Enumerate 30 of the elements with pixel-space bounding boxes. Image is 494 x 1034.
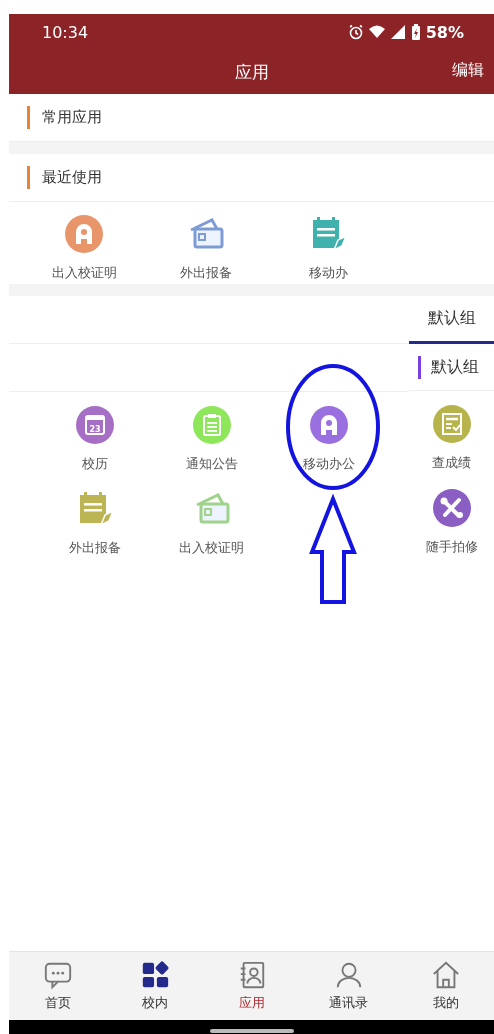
app-tile[interactable]: 23 校历 bbox=[36, 405, 153, 473]
app-shortcut[interactable]: 外出报备 bbox=[165, 202, 247, 284]
home-indicator[interactable] bbox=[209, 1029, 294, 1033]
edit-button[interactable]: 编辑 bbox=[452, 60, 484, 81]
section-header: 最近使用 bbox=[9, 154, 494, 202]
app-tile[interactable]: 通知公告 bbox=[153, 405, 270, 473]
group-header: 默认组 bbox=[409, 344, 494, 391]
alarm-icon bbox=[347, 24, 364, 40]
signal-icon bbox=[389, 24, 406, 40]
nav-tab[interactable]: 通讯录 bbox=[300, 952, 397, 1020]
home-icon bbox=[430, 960, 461, 990]
group-tab[interactable]: 默认组 bbox=[409, 296, 494, 344]
chat-icon bbox=[42, 960, 73, 990]
app-tile[interactable]: 移动办公 bbox=[270, 405, 387, 473]
app-shortcut[interactable]: 出入校证明 bbox=[43, 202, 125, 284]
app-tile[interactable]: 查成绩 bbox=[431, 404, 472, 472]
app-tile[interactable]: 随手拍修 bbox=[425, 488, 478, 556]
app-tile[interactable]: 外出报备 bbox=[36, 489, 153, 557]
nav-tab[interactable]: 我的 bbox=[397, 952, 494, 1020]
battery-level: 58% bbox=[425, 22, 464, 42]
calendar-icon: 23 bbox=[74, 405, 115, 445]
clock-time: 10:34 bbox=[42, 22, 89, 42]
nav-tab[interactable]: 校内 bbox=[106, 952, 203, 1020]
app-tile[interactable]: 出入校证明 bbox=[153, 489, 270, 557]
wifi-icon bbox=[368, 24, 385, 40]
nav-tab[interactable]: 应用 bbox=[203, 952, 300, 1020]
page-title: 应用 bbox=[234, 60, 269, 84]
nav-tab[interactable]: 首页 bbox=[9, 952, 106, 1020]
app-shortcut[interactable]: 移动办 bbox=[287, 202, 369, 284]
battery-icon bbox=[410, 24, 421, 40]
